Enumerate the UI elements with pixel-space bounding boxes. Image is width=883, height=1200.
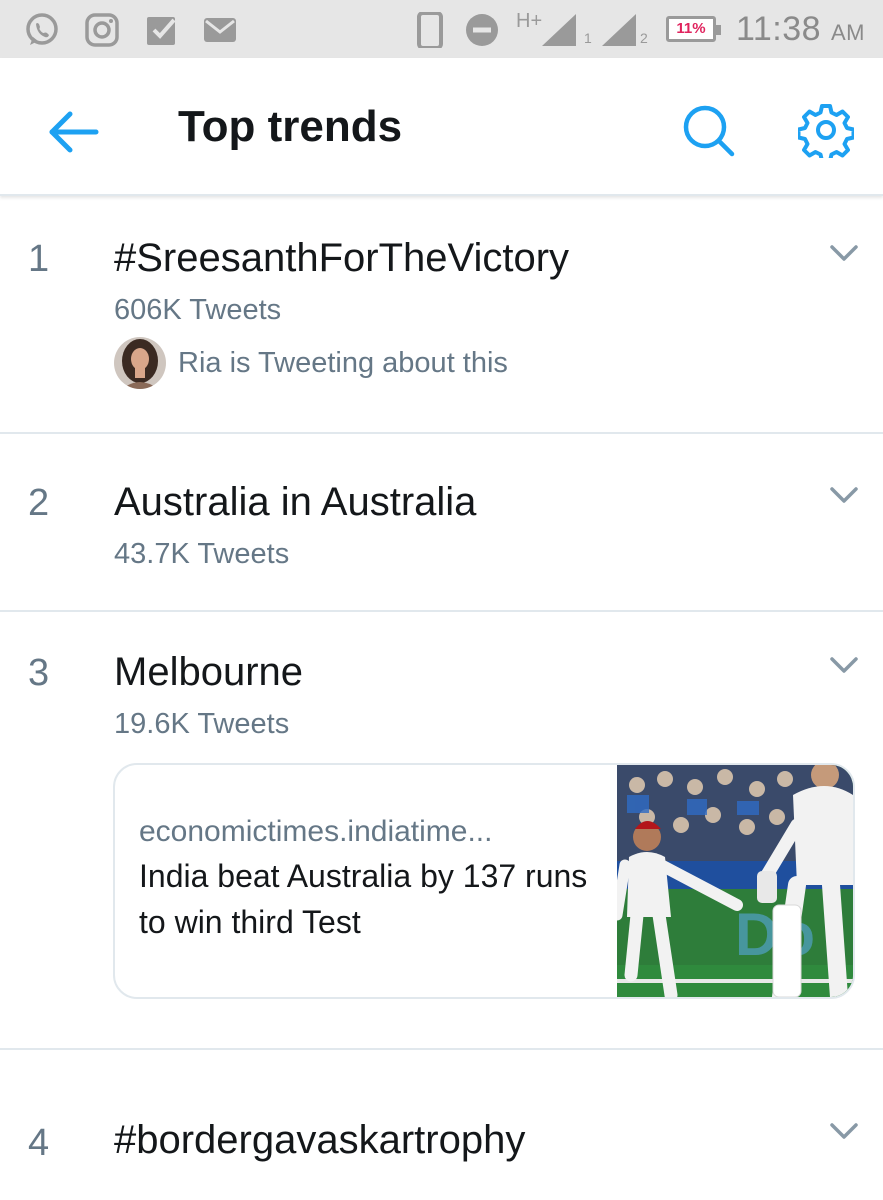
chevron-down-icon[interactable] xyxy=(828,484,860,506)
trend-item-3[interactable]: 3 Melbourne 19.6K Tweets economictimes.i… xyxy=(0,612,883,1050)
avatar xyxy=(114,337,166,389)
trend-item-1[interactable]: 1 #SreesanthForTheVictory 606K Tweets Ri… xyxy=(0,198,883,434)
social-context-text: Ria is Tweeting about this xyxy=(178,346,508,379)
settings-button[interactable] xyxy=(798,102,854,158)
mail-icon xyxy=(204,18,236,42)
trend-item-2[interactable]: 2 Australia in Australia 43.7K Tweets xyxy=(0,434,883,612)
trend-name: Australia in Australia xyxy=(114,480,477,524)
sim2-label: 2 xyxy=(640,30,648,46)
page-title: Top trends xyxy=(178,102,403,151)
signal-icon-2 xyxy=(602,14,636,46)
whatsapp-icon xyxy=(26,13,58,45)
trend-item-4[interactable]: 4 #bordergavaskartrophy xyxy=(0,1050,883,1200)
tweet-count: 606K Tweets xyxy=(114,294,282,326)
gear-icon xyxy=(798,104,854,158)
tweet-count: 19.6K Tweets xyxy=(114,708,290,740)
trend-rank: 4 xyxy=(28,1122,50,1164)
sim1-label: 1 xyxy=(584,30,592,46)
phone-icon xyxy=(417,12,443,48)
chevron-down-icon[interactable] xyxy=(828,242,860,264)
search-button[interactable] xyxy=(680,102,736,158)
social-context: Ria is Tweeting about this xyxy=(114,336,508,390)
link-card-domain: economictimes.indiatime... xyxy=(139,815,493,848)
tweet-count: 43.7K Tweets xyxy=(114,538,290,570)
trend-name: #SreesanthForTheVictory xyxy=(114,236,570,280)
back-button[interactable] xyxy=(46,104,102,160)
link-card[interactable]: economictimes.indiatime... India beat Au… xyxy=(113,763,855,999)
link-card-title: India beat Australia by 137 runs to win … xyxy=(139,858,588,940)
trend-rank: 1 xyxy=(28,238,50,280)
signal-icon xyxy=(542,14,576,46)
chevron-down-icon[interactable] xyxy=(828,654,860,676)
status-bar: H+ 1 2 11% 11:38 AM xyxy=(0,0,883,58)
trend-name: Melbourne xyxy=(114,650,304,694)
check-icon xyxy=(147,17,176,45)
clock-time: 11:38 xyxy=(735,10,822,48)
chevron-down-icon[interactable] xyxy=(828,1120,860,1142)
link-card-text: economictimes.indiatime... India beat Au… xyxy=(139,815,609,945)
battery-icon: 11% xyxy=(666,16,721,42)
search-icon xyxy=(683,105,735,157)
clock: 11:38 AM xyxy=(736,10,865,49)
trend-rank: 2 xyxy=(28,482,50,524)
arrow-left-icon xyxy=(49,111,99,153)
clock-ampm: AM xyxy=(831,20,865,45)
battery-level: 11% xyxy=(676,20,706,37)
trend-name: #bordergavaskartrophy xyxy=(114,1118,526,1162)
trend-rank: 3 xyxy=(28,652,50,694)
network-type: H+ xyxy=(516,10,543,32)
dnd-icon xyxy=(466,14,498,46)
link-card-thumbnail: Do xyxy=(617,765,853,997)
top-app-bar: Top trends xyxy=(0,58,883,196)
instagram-icon xyxy=(85,13,119,47)
